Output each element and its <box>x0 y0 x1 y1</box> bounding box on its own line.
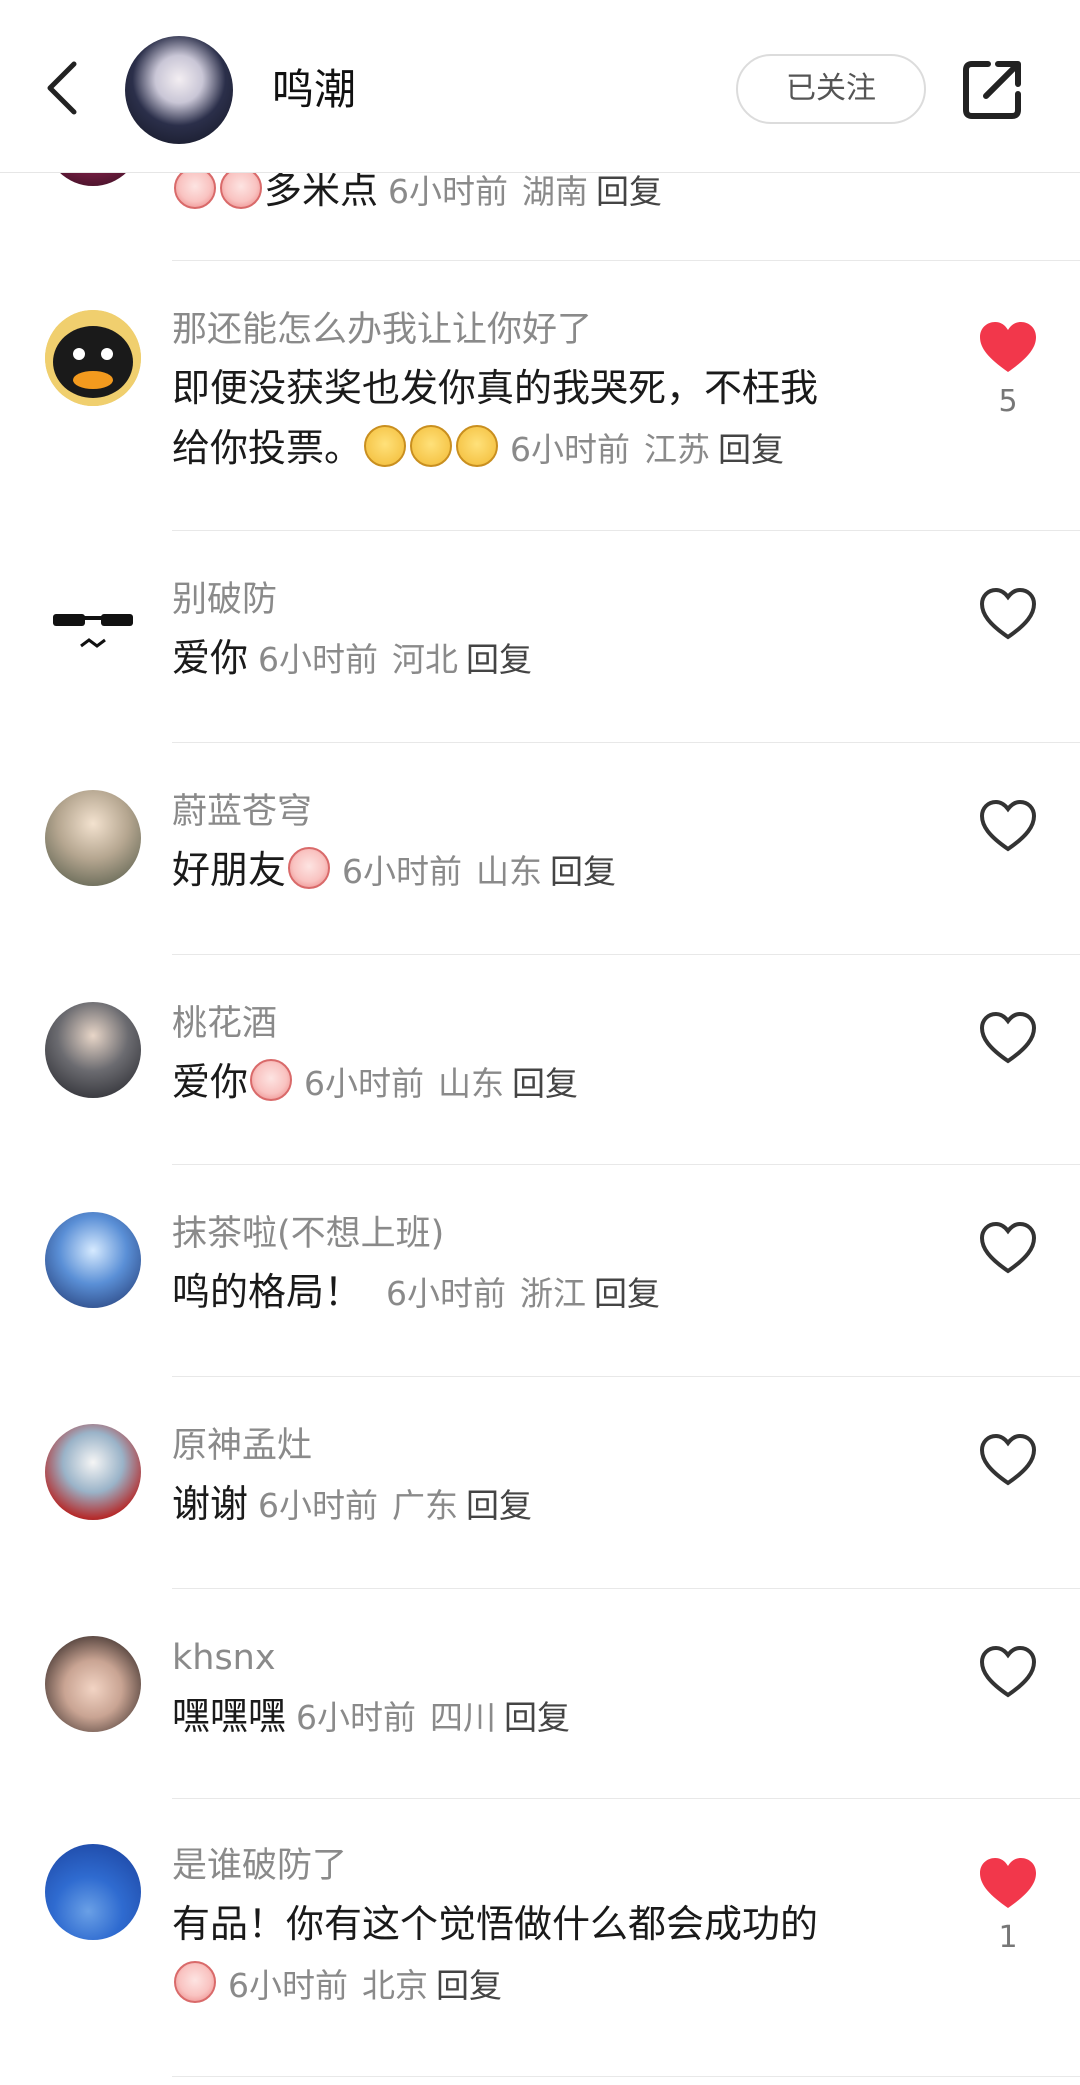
pig-face-icon <box>250 1059 293 1101</box>
heart-filled-icon[interactable] <box>978 1856 1038 1912</box>
username[interactable]: 那还能怎么办我让让你好了 <box>172 306 592 354</box>
comment-body-line2: 给你投票。 6小时前 江苏 回复 <box>172 418 922 480</box>
comment-text: 好朋友 6小时前 山东 回复 <box>172 840 922 902</box>
avatar[interactable] <box>45 1212 141 1308</box>
crying-face-icon <box>364 425 407 467</box>
heart-outline-icon[interactable] <box>978 1644 1038 1700</box>
comment-location: 北京 <box>362 1966 428 2005</box>
comment-location: 河北 <box>392 640 459 679</box>
comment-time: 6小时前 <box>388 172 509 211</box>
comment-item: 桃花酒 爱你 6小时前 山东 回复 <box>0 954 1080 1164</box>
reply-button[interactable]: 回复 <box>512 1064 578 1103</box>
comment-text: 嘿嘿嘿 6小时前 四川 回复 <box>172 1686 922 1748</box>
account-name[interactable]: 鸣潮 <box>272 60 356 120</box>
heart-outline-icon[interactable] <box>978 1432 1038 1488</box>
following-button[interactable]: 已关注 <box>736 54 926 124</box>
avatar[interactable] <box>45 790 141 886</box>
comment-item: khsnx 嘿嘿嘿 6小时前 四川 回复 <box>0 1588 1080 1798</box>
reply-button[interactable]: 回复 <box>436 1966 502 2005</box>
comment-time: 6小时前 <box>258 1486 379 1525</box>
avatar[interactable] <box>45 1636 141 1732</box>
crying-face-icon <box>456 425 499 467</box>
pig-face-icon <box>220 167 262 209</box>
pig-face-icon <box>288 847 331 889</box>
username[interactable]: 原神孟灶 <box>172 1422 312 1470</box>
penguin-avatar-icon <box>45 310 141 406</box>
reply-button[interactable]: 回复 <box>596 172 662 211</box>
comment-body: 谢谢 <box>172 1482 249 1526</box>
username[interactable]: 是谁破防了 <box>172 1842 347 1890</box>
like-count: 5 <box>998 384 1018 419</box>
comment-text: 谢谢 6小时前 广东 回复 <box>172 1474 922 1536</box>
comment-body-line1: 即便没获奖也发你真的我哭死，不枉我 <box>172 366 819 410</box>
pig-face-icon <box>174 167 216 209</box>
reply-button[interactable]: 回复 <box>466 640 532 679</box>
pig-face-icon <box>174 1961 216 2003</box>
comment-item: 别破防 爱你 6小时前 河北 回复 <box>0 530 1080 742</box>
comment-body: 爱你 <box>172 636 249 680</box>
avatar[interactable] <box>45 1424 141 1520</box>
comment-time: 6小时前 <box>296 1698 417 1737</box>
heart-outline-icon[interactable] <box>978 1220 1038 1276</box>
like-count: 1 <box>998 1920 1018 1955</box>
username[interactable]: 别破防 <box>172 576 277 624</box>
comment-text: 即便没获奖也发你真的我哭死，不枉我 给你投票。 6小时前 江苏 回复 <box>172 358 922 480</box>
top-bar: 鸣潮 已关注 <box>0 0 1080 173</box>
avatar[interactable] <box>45 310 141 406</box>
comment-text: 鸣的格局！ 6小时前 浙江 回复 <box>172 1262 922 1324</box>
comment-body: 嘿嘿嘿 <box>172 1694 287 1738</box>
comment-item: 抹茶啦(不想上班) 鸣的格局！ 6小时前 浙江 回复 <box>0 1164 1080 1376</box>
comment-text: 有品！你有这个觉悟做什么都会成功的 6小时前 北京 回复 <box>172 1894 922 2016</box>
comment-body-line1: 有品！你有这个觉悟做什么都会成功的 <box>172 1902 819 1946</box>
comment-time: 6小时前 <box>258 640 379 679</box>
chevron-left-icon[interactable] <box>40 58 84 118</box>
avatar[interactable] <box>45 1002 141 1098</box>
username[interactable]: 抹茶啦(不想上班) <box>172 1210 444 1258</box>
comment-body: 给你投票。 <box>172 426 363 470</box>
comment-text: 爱你 6小时前 山东 回复 <box>172 1052 922 1114</box>
comment-item: 原神孟灶 谢谢 6小时前 广东 回复 <box>0 1376 1080 1588</box>
comment-time: 6小时前 <box>228 1966 348 2005</box>
username[interactable]: 桃花酒 <box>172 1000 277 1048</box>
heart-outline-icon[interactable] <box>978 586 1038 642</box>
heart-filled-icon[interactable] <box>978 320 1038 376</box>
comment-time: 6小时前 <box>304 1064 425 1103</box>
username[interactable]: 蔚蓝苍穹 <box>172 788 312 836</box>
comment-body: 多米点 <box>264 168 379 212</box>
comment-location: 江苏 <box>644 430 711 469</box>
comment-text: 爱你 6小时前 河北 回复 <box>172 628 922 690</box>
comment-body-line2: 6小时前 北京 回复 <box>172 1954 922 2016</box>
comment-time: 6小时前 <box>386 1274 507 1313</box>
comment-body: 爱你 <box>172 1060 249 1104</box>
comment-location: 山东 <box>476 852 543 891</box>
comment-time: 6小时前 <box>342 852 463 891</box>
heart-outline-icon[interactable] <box>978 1010 1038 1066</box>
heart-outline-icon[interactable] <box>978 798 1038 854</box>
divider <box>172 2076 1080 2077</box>
reply-button[interactable]: 回复 <box>594 1274 660 1313</box>
crying-face-icon <box>410 425 453 467</box>
reply-button[interactable]: 回复 <box>504 1698 570 1737</box>
avatar[interactable] <box>45 1844 141 1940</box>
reply-button[interactable]: 回复 <box>718 430 784 469</box>
comment-location: 浙江 <box>520 1274 587 1313</box>
comment-location: 山东 <box>438 1064 505 1103</box>
username[interactable]: khsnx <box>172 1634 276 1682</box>
reply-button[interactable]: 回复 <box>466 1486 532 1525</box>
comment-time: 6小时前 <box>510 430 631 469</box>
reply-button[interactable]: 回复 <box>550 852 616 891</box>
comment-item: 是谁破防了 有品！你有这个觉悟做什么都会成功的 6小时前 北京 回复 1 <box>0 1798 1080 2078</box>
comment-item: 蔚蓝苍穹 好朋友 6小时前 山东 回复 <box>0 742 1080 954</box>
comment-location: 广东 <box>392 1486 459 1525</box>
sunglasses-face-avatar-icon <box>53 614 133 648</box>
avatar[interactable] <box>45 580 141 676</box>
comment-location: 四川 <box>430 1698 497 1737</box>
comment-body: 好朋友 <box>172 848 287 892</box>
account-avatar[interactable] <box>125 36 233 144</box>
comment-location: 湖南 <box>522 172 589 211</box>
share-icon[interactable] <box>962 58 1022 120</box>
comment-body: 鸣的格局！ <box>172 1270 363 1314</box>
comment-item: 那还能怎么办我让让你好了 即便没获奖也发你真的我哭死，不枉我 给你投票。 6小时前… <box>0 260 1080 530</box>
